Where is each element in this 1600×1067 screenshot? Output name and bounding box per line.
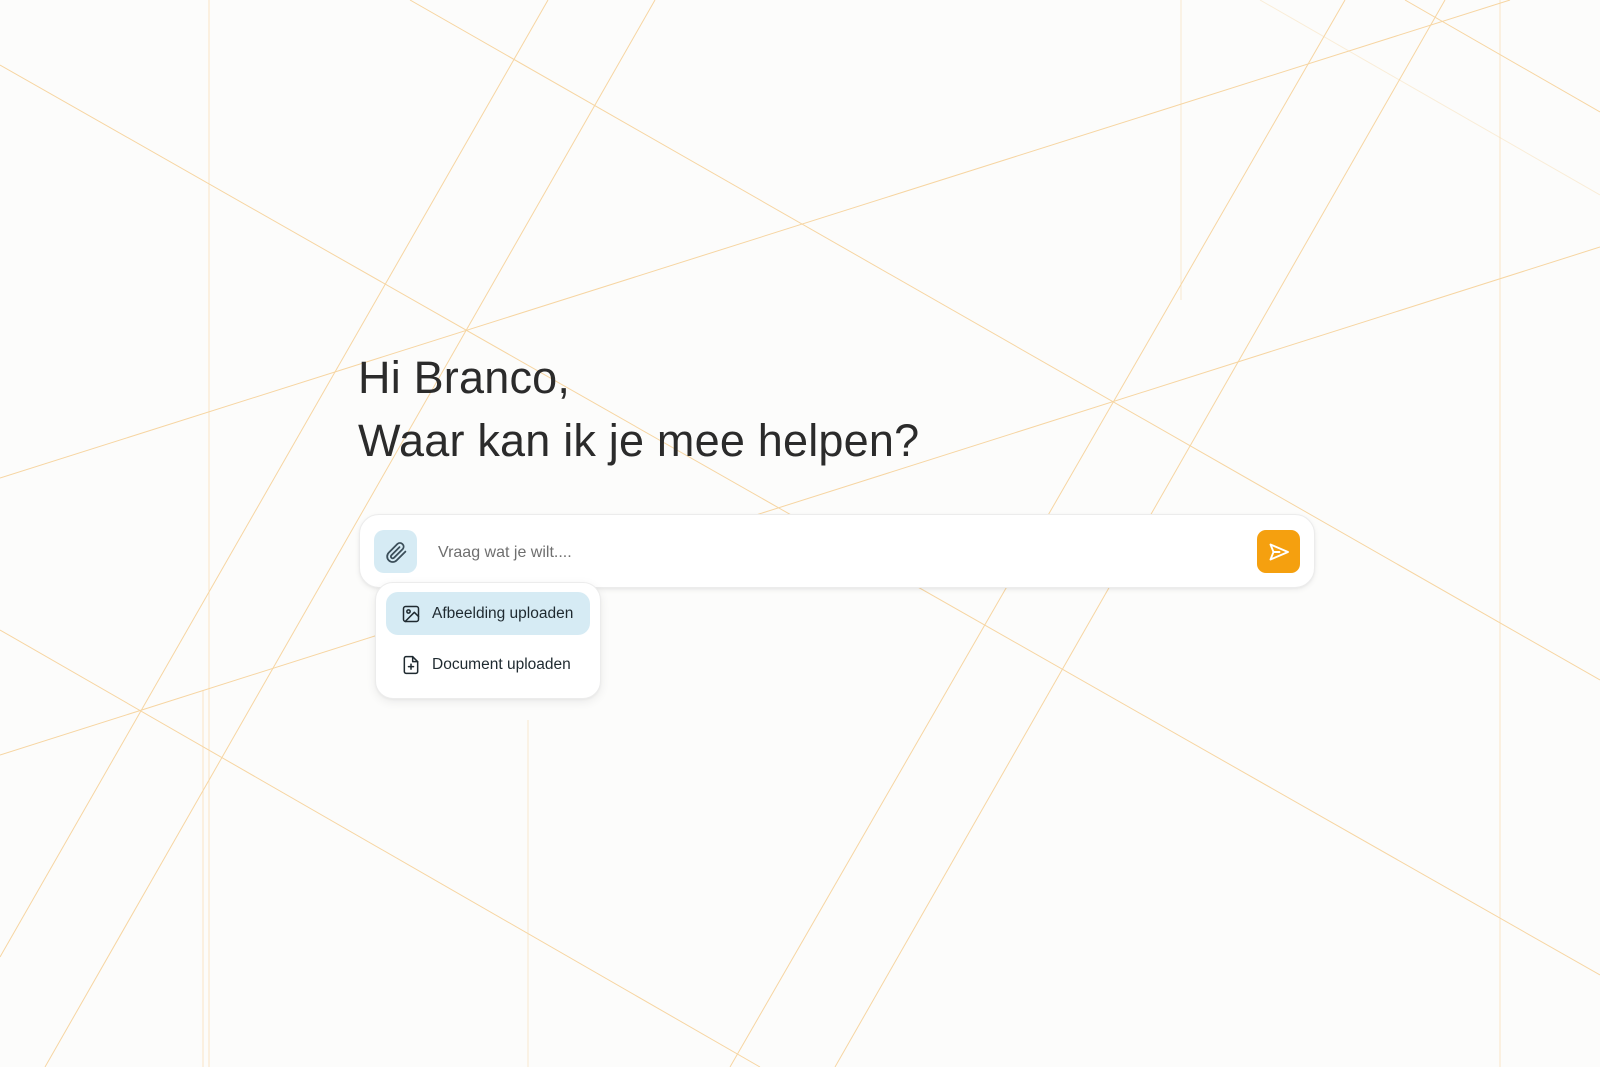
chat-input[interactable] <box>436 533 1200 573</box>
paperclip-icon <box>385 541 406 563</box>
greeting-name-line: Hi Branco, <box>358 352 571 403</box>
menu-item-label: Afbeelding uploaden <box>432 604 574 622</box>
upload-menu: Afbeelding uploaden Document uploaden <box>375 582 601 699</box>
chat-input-bar <box>359 514 1315 588</box>
file-plus-icon <box>400 654 422 676</box>
attach-button[interactable] <box>374 530 417 573</box>
menu-item-upload-image[interactable]: Afbeelding uploaden <box>386 592 590 635</box>
menu-item-label: Document uploaden <box>432 655 571 673</box>
image-icon <box>400 603 422 625</box>
greeting-heading: Hi Branco, Waar kan ik je mee helpen? <box>358 346 919 472</box>
greeting-question-line: Waar kan ik je mee helpen? <box>358 415 920 466</box>
send-button[interactable] <box>1257 530 1300 573</box>
menu-item-upload-document[interactable]: Document uploaden <box>386 643 590 686</box>
send-icon <box>1269 543 1289 560</box>
